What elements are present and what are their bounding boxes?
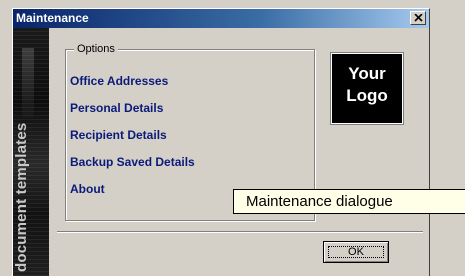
window-title: Maintenance xyxy=(16,11,89,25)
option-recipient-details[interactable]: Recipient Details xyxy=(70,128,167,142)
options-legend: Options xyxy=(74,42,118,56)
sidebar-banner-text: document templates xyxy=(13,122,30,272)
separator-line xyxy=(57,231,423,233)
maintenance-window: Maintenance document templates Options O… xyxy=(12,8,430,276)
logo-placeholder: Your Logo xyxy=(331,53,403,124)
option-about[interactable]: About xyxy=(70,182,105,196)
ok-button-label: OK xyxy=(348,246,364,258)
close-button[interactable] xyxy=(410,11,426,25)
sidebar-banner: document templates xyxy=(13,28,49,276)
caption-label: Maintenance dialogue xyxy=(233,189,465,214)
close-icon xyxy=(414,14,423,22)
option-personal-details[interactable]: Personal Details xyxy=(70,101,163,115)
title-bar[interactable]: Maintenance xyxy=(13,9,429,28)
option-backup-saved-details[interactable]: Backup Saved Details xyxy=(70,155,195,169)
sidebar-glow xyxy=(22,48,34,118)
option-office-addresses[interactable]: Office Addresses xyxy=(70,74,168,88)
logo-text: Your Logo xyxy=(346,64,388,105)
ok-button[interactable]: OK xyxy=(323,241,389,263)
